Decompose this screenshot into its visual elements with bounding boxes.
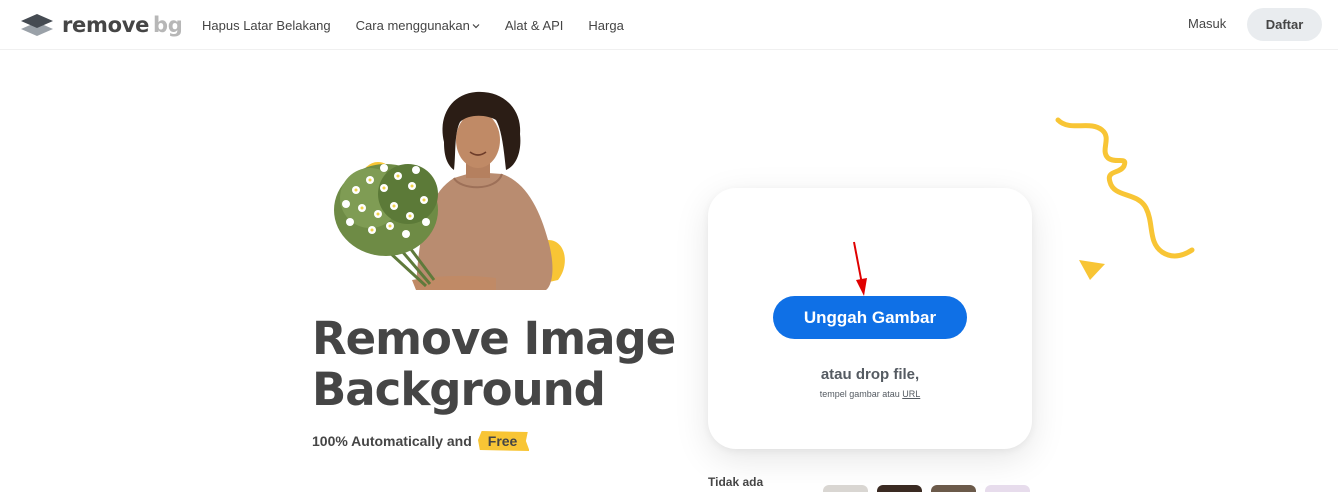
hero-image-woman-with-flowers xyxy=(334,91,565,290)
nav-remove-background[interactable]: Hapus Latar Belakang xyxy=(202,18,331,33)
signup-button[interactable]: Daftar xyxy=(1247,8,1322,41)
hero-subtitle-text: 100% Automatically and xyxy=(312,433,472,449)
sample-thumbnail[interactable] xyxy=(931,485,976,492)
hero-title-line2: Background xyxy=(312,363,606,416)
free-badge: Free xyxy=(477,430,530,452)
nav-remove-background-label: Hapus Latar Belakang xyxy=(202,17,331,33)
upload-image-button[interactable]: Unggah Gambar xyxy=(773,296,967,339)
no-image-label: Tidak ada xyxy=(708,475,764,489)
paste-image-line: tempel gambar atau URL xyxy=(708,389,1032,399)
nav-pricing-label: Harga xyxy=(588,17,624,33)
top-navbar: remove bg Hapus Latar Belakang Cara meng… xyxy=(0,0,1338,50)
nav-pricing[interactable]: Harga xyxy=(588,18,623,33)
chevron-down-icon xyxy=(472,24,480,29)
nav-tools-api-label: Alat & API xyxy=(504,17,564,33)
sample-thumbnail[interactable] xyxy=(877,485,922,492)
hero-title-line1: Remove Image xyxy=(312,312,676,365)
paste-image-text: tempel gambar atau xyxy=(819,389,900,399)
red-arrow-icon xyxy=(853,241,867,296)
hero-title: Remove Image Background xyxy=(312,313,692,415)
sample-thumbnail[interactable] xyxy=(985,485,1030,492)
nav-tools-api[interactable]: Alat & API xyxy=(505,18,564,33)
removebg-logo-icon xyxy=(21,14,53,36)
login-link[interactable]: Masuk xyxy=(1188,16,1226,31)
drop-file-text: atau drop file, xyxy=(820,366,920,383)
nav-how-to-use-label: Cara menggunakan xyxy=(355,17,470,33)
sample-thumbnail[interactable] xyxy=(823,485,868,492)
yellow-squiggle-decoration xyxy=(1055,117,1195,259)
logo-text: remove xyxy=(62,13,150,37)
sample-thumbnails xyxy=(823,485,1039,492)
yellow-triangle-decoration xyxy=(1079,260,1105,280)
hero-subtitle: 100% Automatically and Free xyxy=(312,430,530,452)
nav-how-to-use[interactable]: Cara menggunakan xyxy=(356,18,480,33)
upload-card[interactable]: Unggah Gambar atau drop file, tempel gam… xyxy=(708,188,1032,449)
removebg-logo[interactable]: remove bg xyxy=(20,12,183,38)
main-nav: Hapus Latar Belakang Cara menggunakan Al… xyxy=(202,0,649,50)
url-link[interactable]: URL xyxy=(902,389,920,399)
free-badge-label: Free xyxy=(487,433,518,449)
face xyxy=(456,112,500,168)
logo-text-bg: bg xyxy=(153,13,183,37)
